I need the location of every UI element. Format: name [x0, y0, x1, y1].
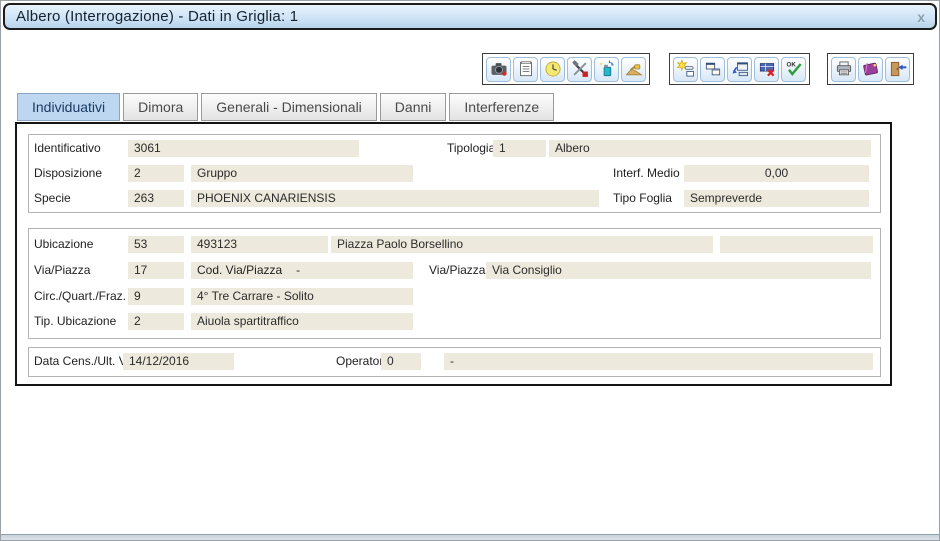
via-piazza-right-label: Via/Piazza	[429, 262, 485, 279]
works-button[interactable]	[621, 57, 646, 82]
via-piazza-name-field[interactable]: Via Consiglio	[486, 262, 871, 279]
spray-button[interactable]	[594, 57, 619, 82]
operatore-code-field[interactable]: 0	[381, 353, 421, 370]
goto-record-button[interactable]	[727, 57, 752, 82]
specie-code-field[interactable]: 263	[128, 190, 184, 207]
identificativo-field[interactable]: 3061	[128, 140, 359, 157]
tab-generali-dimensionali[interactable]: Generali - Dimensionali	[201, 93, 377, 121]
window-title: Albero (Interrogazione) - Dati in Grigli…	[5, 8, 298, 25]
tools-icon	[570, 59, 590, 79]
spray-can-icon	[597, 59, 617, 79]
camera-icon	[489, 59, 509, 79]
tip-ubicazione-label: Tip. Ubicazione	[34, 313, 116, 330]
ok-check-icon: OK	[784, 59, 804, 79]
exit-button[interactable]	[885, 57, 910, 82]
camera-button[interactable]	[486, 57, 511, 82]
help-book-icon	[861, 59, 881, 79]
clock-button[interactable]	[540, 57, 565, 82]
tipologia-label: Tipologia	[447, 140, 495, 157]
new-record-button[interactable]	[673, 57, 698, 82]
data-cens-field[interactable]: 14/12/2016	[123, 353, 234, 370]
svg-text:OK: OK	[786, 62, 796, 69]
via-piazza-code-field[interactable]: 17	[128, 262, 184, 279]
ubicazione-desc-field[interactable]: Piazza Paolo Borsellino	[331, 236, 713, 253]
tab-individuativi[interactable]: Individuativi	[17, 93, 120, 121]
tipologia-desc-field[interactable]: Albero	[549, 140, 871, 157]
ubicazione-extra-field[interactable]	[720, 236, 873, 253]
identificativo-label: Identificativo	[34, 140, 101, 157]
specie-desc-field[interactable]: PHOENIX CANARIENSIS	[191, 190, 599, 207]
tab-interferenze[interactable]: Interferenze	[449, 93, 554, 121]
printer-icon	[834, 59, 854, 79]
print-button[interactable]	[831, 57, 856, 82]
exit-door-icon	[888, 59, 908, 79]
ubicazione-code-field[interactable]: 53	[128, 236, 184, 253]
tip-ubicazione-code-field[interactable]: 2	[128, 313, 184, 330]
specie-label: Specie	[34, 190, 71, 207]
close-icon[interactable]: x	[917, 8, 925, 26]
toolbar-group-output	[827, 53, 914, 85]
tab-bar: Individuativi Dimora Generali - Dimensio…	[17, 93, 554, 121]
disposizione-label: Disposizione	[34, 165, 102, 182]
clock-icon	[543, 59, 563, 79]
toolbar-group-records: OK	[669, 53, 810, 85]
notepad-icon	[516, 59, 536, 79]
delete-record-icon	[757, 59, 777, 79]
cod-via-piazza-field[interactable]: Cod. Via/Piazza-	[191, 262, 413, 279]
tipo-foglia-field[interactable]: Sempreverde	[684, 190, 869, 207]
record-windows-icon	[703, 59, 723, 79]
interf-medio-label: Interf. Medio	[613, 165, 680, 182]
window-bottom-edge	[1, 534, 939, 540]
operatore-desc-field[interactable]: -	[444, 353, 873, 370]
tipologia-code-field[interactable]: 1	[493, 140, 546, 157]
disposizione-desc-field[interactable]: Gruppo	[191, 165, 413, 182]
toolbar-group-media	[482, 53, 650, 85]
construction-icon	[624, 59, 644, 79]
tipo-foglia-label: Tipo Foglia	[613, 190, 672, 207]
new-record-icon	[676, 59, 696, 79]
ubicazione-code2-field[interactable]: 493123	[191, 236, 328, 253]
disposizione-code-field[interactable]: 2	[128, 165, 184, 182]
ok-button[interactable]: OK	[781, 57, 806, 82]
cod-via-piazza-value: -	[296, 263, 300, 277]
cod-via-piazza-label: Cod. Via/Piazza	[197, 263, 282, 277]
notes-button[interactable]	[513, 57, 538, 82]
circ-quart-fraz-code-field[interactable]: 9	[128, 288, 184, 305]
help-button[interactable]	[858, 57, 883, 82]
circ-quart-fraz-desc-field[interactable]: 4° Tre Carrare - Solito	[191, 288, 413, 305]
tab-danni[interactable]: Danni	[380, 93, 447, 121]
title-bar: Albero (Interrogazione) - Dati in Grigli…	[3, 3, 937, 30]
ubicazione-label: Ubicazione	[34, 236, 93, 253]
app-window: Albero (Interrogazione) - Dati in Grigli…	[0, 0, 940, 541]
circ-quart-fraz-label: Circ./Quart./Fraz.	[34, 288, 126, 305]
tip-ubicazione-desc-field[interactable]: Aiuola spartitraffico	[191, 313, 413, 330]
via-piazza-label: Via/Piazza	[34, 262, 90, 279]
records-button[interactable]	[700, 57, 725, 82]
tools-button[interactable]	[567, 57, 592, 82]
tab-dimora[interactable]: Dimora	[123, 93, 198, 121]
interf-medio-field[interactable]: 0,00	[684, 165, 869, 182]
goto-record-icon	[730, 59, 750, 79]
delete-record-button[interactable]	[754, 57, 779, 82]
